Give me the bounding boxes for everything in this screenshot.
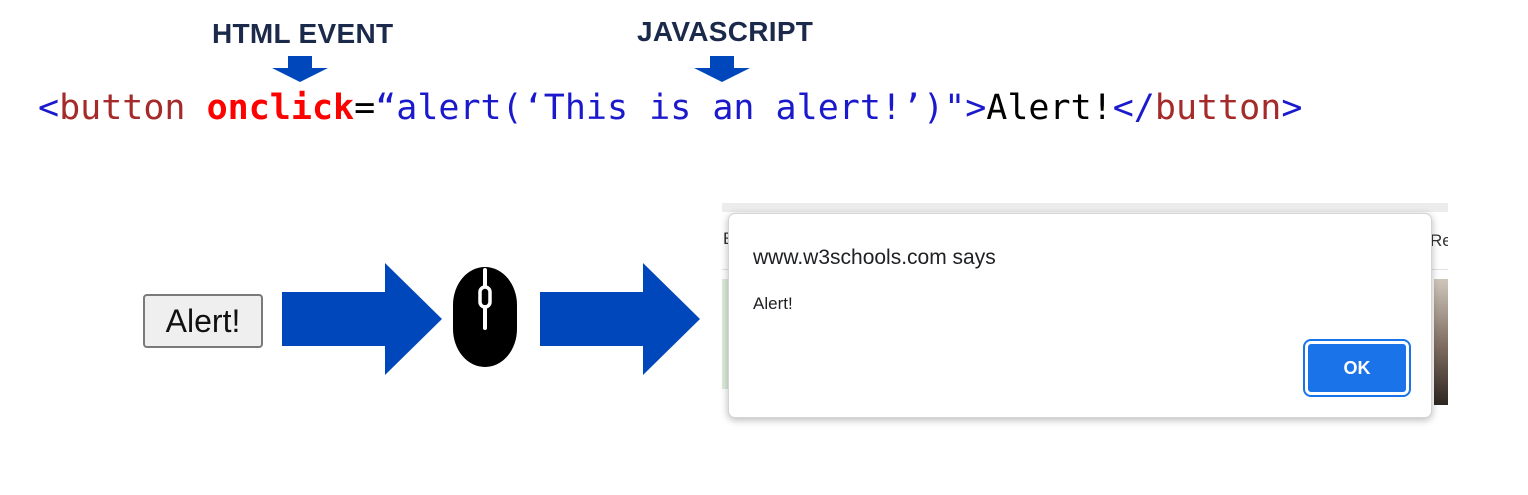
- browser-top-bar: [722, 203, 1448, 212]
- code-close-bracket: >: [965, 88, 987, 128]
- down-arrow-icon: [272, 56, 328, 82]
- dialog-title: www.w3schools.com says: [753, 246, 996, 269]
- code-inner-text: Alert!: [986, 88, 1113, 128]
- mouse-icon: [453, 267, 517, 367]
- html-event-label: HTML EVENT: [212, 18, 394, 49]
- ok-button[interactable]: OK: [1303, 339, 1411, 397]
- code-equals: =: [354, 88, 376, 128]
- alert-button[interactable]: Alert!: [143, 294, 263, 348]
- code-attribute-value: “alert(‘This is an alert!’)": [375, 88, 966, 128]
- down-arrow-icon: [694, 56, 750, 82]
- code-tag-open: button: [59, 88, 186, 128]
- browser-content-image-right: [1434, 279, 1448, 405]
- code-snippet: <button onclick=“alert(‘This is an alert…: [38, 86, 1302, 130]
- code-tag-close: button: [1154, 88, 1282, 128]
- code-end-open-bracket: </: [1112, 88, 1155, 128]
- right-arrow-icon: [282, 263, 442, 375]
- right-arrow-icon: [540, 263, 700, 375]
- code-end-close-bracket: >: [1281, 88, 1303, 128]
- code-open-bracket: <: [38, 88, 60, 128]
- javascript-label: JAVASCRIPT: [637, 16, 814, 47]
- alert-dialog: www.w3schools.com says Alert! OK: [728, 213, 1432, 418]
- dialog-message: Alert!: [753, 294, 793, 313]
- code-attribute: onclick: [206, 88, 355, 128]
- browser-text-fragment-right: Re: [1430, 231, 1448, 250]
